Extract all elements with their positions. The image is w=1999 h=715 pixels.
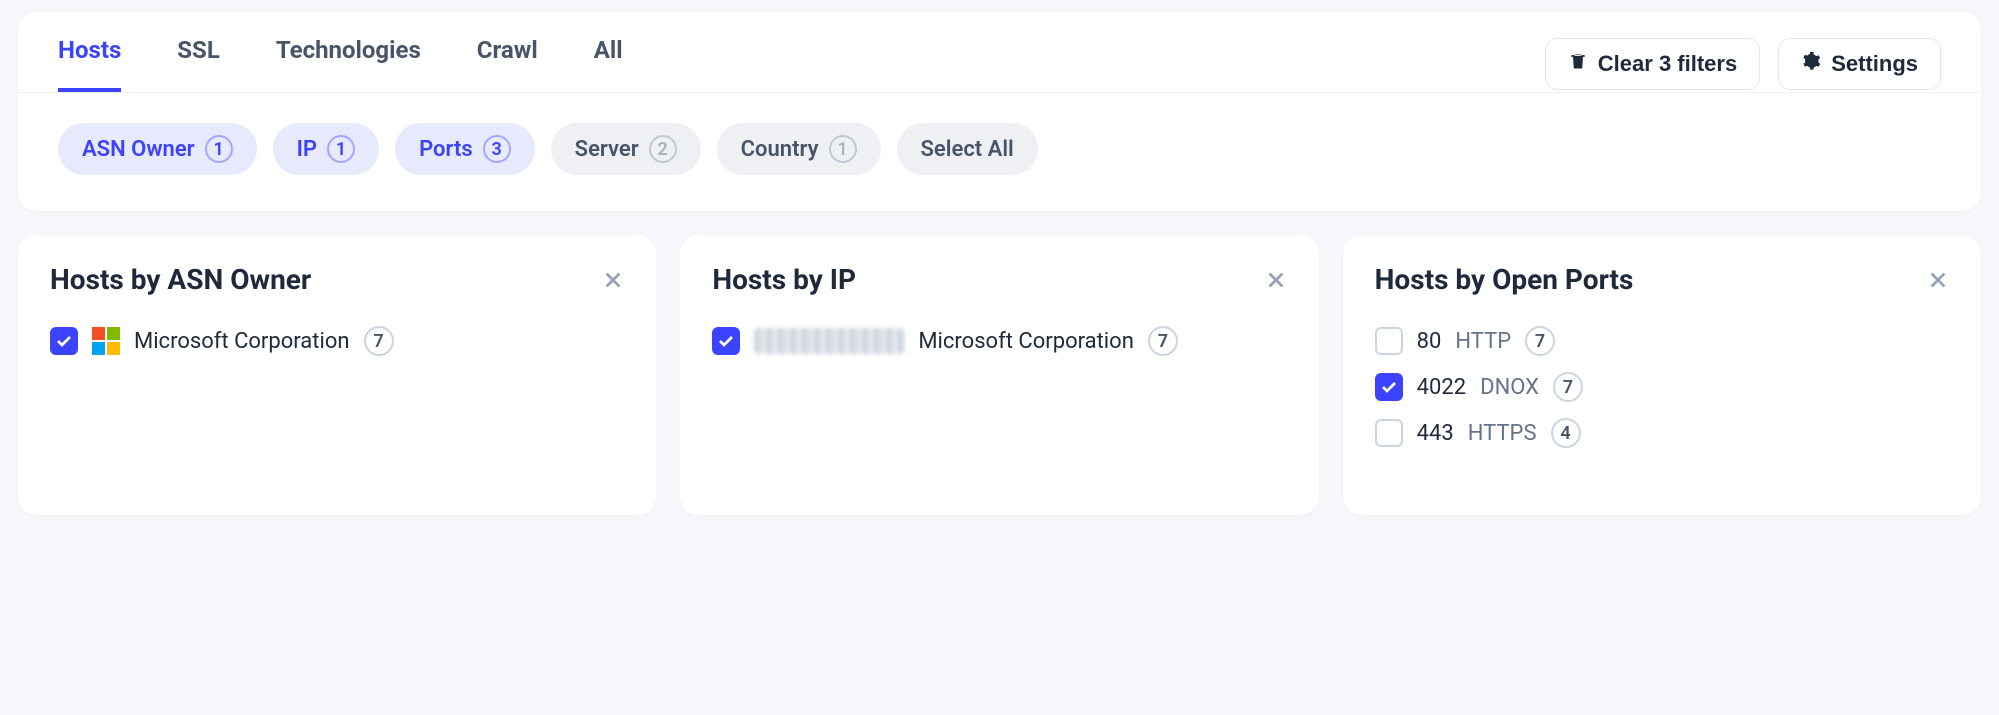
chip-label: Country [741,137,819,162]
microsoft-logo-icon [92,327,120,355]
chip-label: ASN Owner [82,137,195,162]
close-icon[interactable] [1265,269,1287,291]
card-title: Hosts by ASN Owner [50,263,311,296]
tabs: Hosts SSL Technologies Crawl All [58,36,623,92]
port-number: 80 [1417,329,1442,354]
count-badge: 7 [1553,372,1583,402]
list-item[interactable]: Microsoft Corporation 7 [50,318,624,364]
filter-chips: ASN Owner 1 IP 1 Ports 3 Server 2 Country 1 Select… [18,93,1981,211]
tab-ssl[interactable]: SSL [177,36,220,92]
count-badge: 7 [364,326,394,356]
port-number: 443 [1417,421,1454,446]
chip-label: Select All [921,137,1014,162]
clear-filters-label: Clear 3 filters [1598,51,1737,77]
list-item[interactable]: 80 HTTP 7 [1375,318,1949,364]
chip-ip[interactable]: IP 1 [273,123,379,175]
chip-country[interactable]: Country 1 [717,123,881,175]
list-item[interactable]: 443 HTTPS 4 [1375,410,1949,456]
close-icon[interactable] [602,269,624,291]
port-number: 4022 [1417,375,1466,400]
checkbox[interactable] [1375,327,1403,355]
settings-label: Settings [1831,51,1918,77]
top-panel: Hosts SSL Technologies Crawl All Clear 3 fil… [18,12,1981,211]
checkbox[interactable] [1375,419,1403,447]
card-title: Hosts by Open Ports [1375,263,1634,296]
tab-technologies[interactable]: Technologies [276,36,421,92]
chip-count: 1 [829,135,857,163]
chip-label: Ports [419,137,473,162]
chip-count: 3 [483,135,511,163]
card-asn-owner: Hosts by ASN Owner Microsoft Corporation… [18,235,656,515]
trash-icon [1568,51,1588,77]
list-item[interactable]: 4022 DNOX 7 [1375,364,1949,410]
chip-server[interactable]: Server 2 [551,123,701,175]
settings-button[interactable]: Settings [1778,38,1941,90]
chip-select-all[interactable]: Select All [897,123,1038,175]
card-ip: Hosts by IP Microsoft Corporation 7 [680,235,1318,515]
redacted-ip [754,328,904,354]
count-badge: 4 [1551,418,1581,448]
count-badge: 7 [1148,326,1178,356]
tab-hosts[interactable]: Hosts [58,36,121,92]
chip-count: 2 [649,135,677,163]
gear-icon [1801,51,1821,77]
checkbox[interactable] [50,327,78,355]
port-protocol: HTTP [1455,329,1511,354]
item-label: Microsoft Corporation [134,329,350,354]
chip-count: 1 [205,135,233,163]
chip-ports[interactable]: Ports 3 [395,123,535,175]
clear-filters-button[interactable]: Clear 3 filters [1545,38,1760,90]
card-open-ports: Hosts by Open Ports 80 HTTP 7 4022 DNOX 7 443 H… [1343,235,1981,515]
port-protocol: HTTPS [1468,421,1537,446]
chip-label: Server [575,137,639,162]
chip-count: 1 [327,135,355,163]
port-protocol: DNOX [1480,375,1539,400]
count-badge: 7 [1525,326,1555,356]
list-item[interactable]: Microsoft Corporation 7 [712,318,1286,364]
close-icon[interactable] [1927,269,1949,291]
item-label: Microsoft Corporation [918,329,1134,354]
chip-asn-owner[interactable]: ASN Owner 1 [58,123,257,175]
card-title: Hosts by IP [712,263,856,296]
chip-label: IP [297,137,317,162]
tab-all[interactable]: All [594,36,623,92]
tab-crawl[interactable]: Crawl [477,36,538,92]
checkbox[interactable] [712,327,740,355]
checkbox[interactable] [1375,373,1403,401]
